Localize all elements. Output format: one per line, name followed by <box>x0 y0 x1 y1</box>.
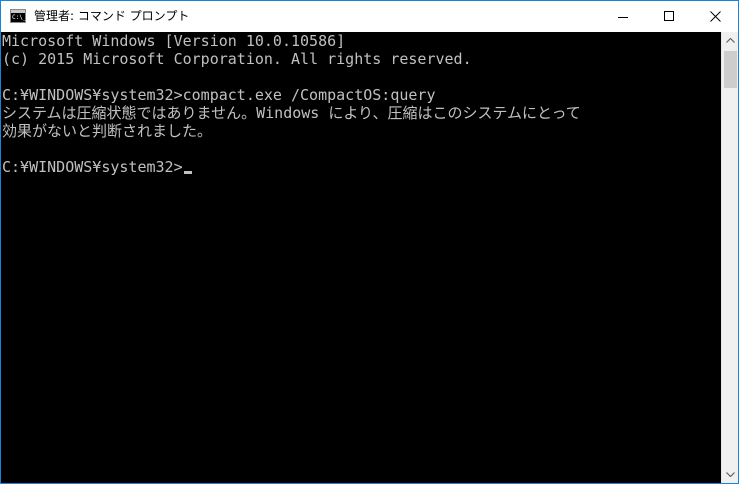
scroll-up-arrow-icon <box>726 38 735 43</box>
vertical-scrollbar[interactable] <box>721 32 738 483</box>
command-prompt: C:¥WINDOWS¥system32> <box>2 158 183 176</box>
close-button[interactable] <box>692 1 738 32</box>
maximize-icon <box>664 11 674 21</box>
text-cursor <box>183 171 192 174</box>
window-title: 管理者: コマンド プロンプト <box>34 9 190 23</box>
cmd-icon-bar <box>11 10 25 13</box>
console-output-area[interactable]: Microsoft Windows [Version 10.0.10586] (c… <box>1 32 721 483</box>
maximize-button[interactable] <box>646 1 692 32</box>
console-window: C:\_ 管理者: コマンド プロンプト Microsoft Windows [… <box>0 0 739 484</box>
close-icon <box>710 11 721 22</box>
scrollbar-thumb[interactable] <box>724 51 737 88</box>
minimize-button[interactable] <box>600 1 646 32</box>
console-text: Microsoft Windows [Version 10.0.10586] (c… <box>2 32 581 176</box>
console-line: Microsoft Windows [Version 10.0.10586] <box>2 32 346 50</box>
minimize-icon <box>618 17 628 18</box>
console-line: システムは圧縮状態ではありません。Windows により、圧縮はこのシステムにと… <box>2 104 581 122</box>
cmd-app-icon[interactable]: C:\_ <box>10 9 26 23</box>
console-line: 効果がないと判断されました。 <box>2 122 213 140</box>
scroll-down-button[interactable] <box>722 466 738 483</box>
cmd-icon-glyph: C:\_ <box>12 14 27 21</box>
scroll-down-arrow-icon <box>726 472 735 477</box>
title-bar[interactable]: C:\_ 管理者: コマンド プロンプト <box>1 1 738 32</box>
scroll-up-button[interactable] <box>722 32 738 49</box>
prompt-line[interactable]: C:¥WINDOWS¥system32> <box>2 158 581 176</box>
console-line: C:¥WINDOWS¥system32>compact.exe /Compact… <box>2 86 436 104</box>
console-line: (c) 2015 Microsoft Corporation. All righ… <box>2 50 472 68</box>
